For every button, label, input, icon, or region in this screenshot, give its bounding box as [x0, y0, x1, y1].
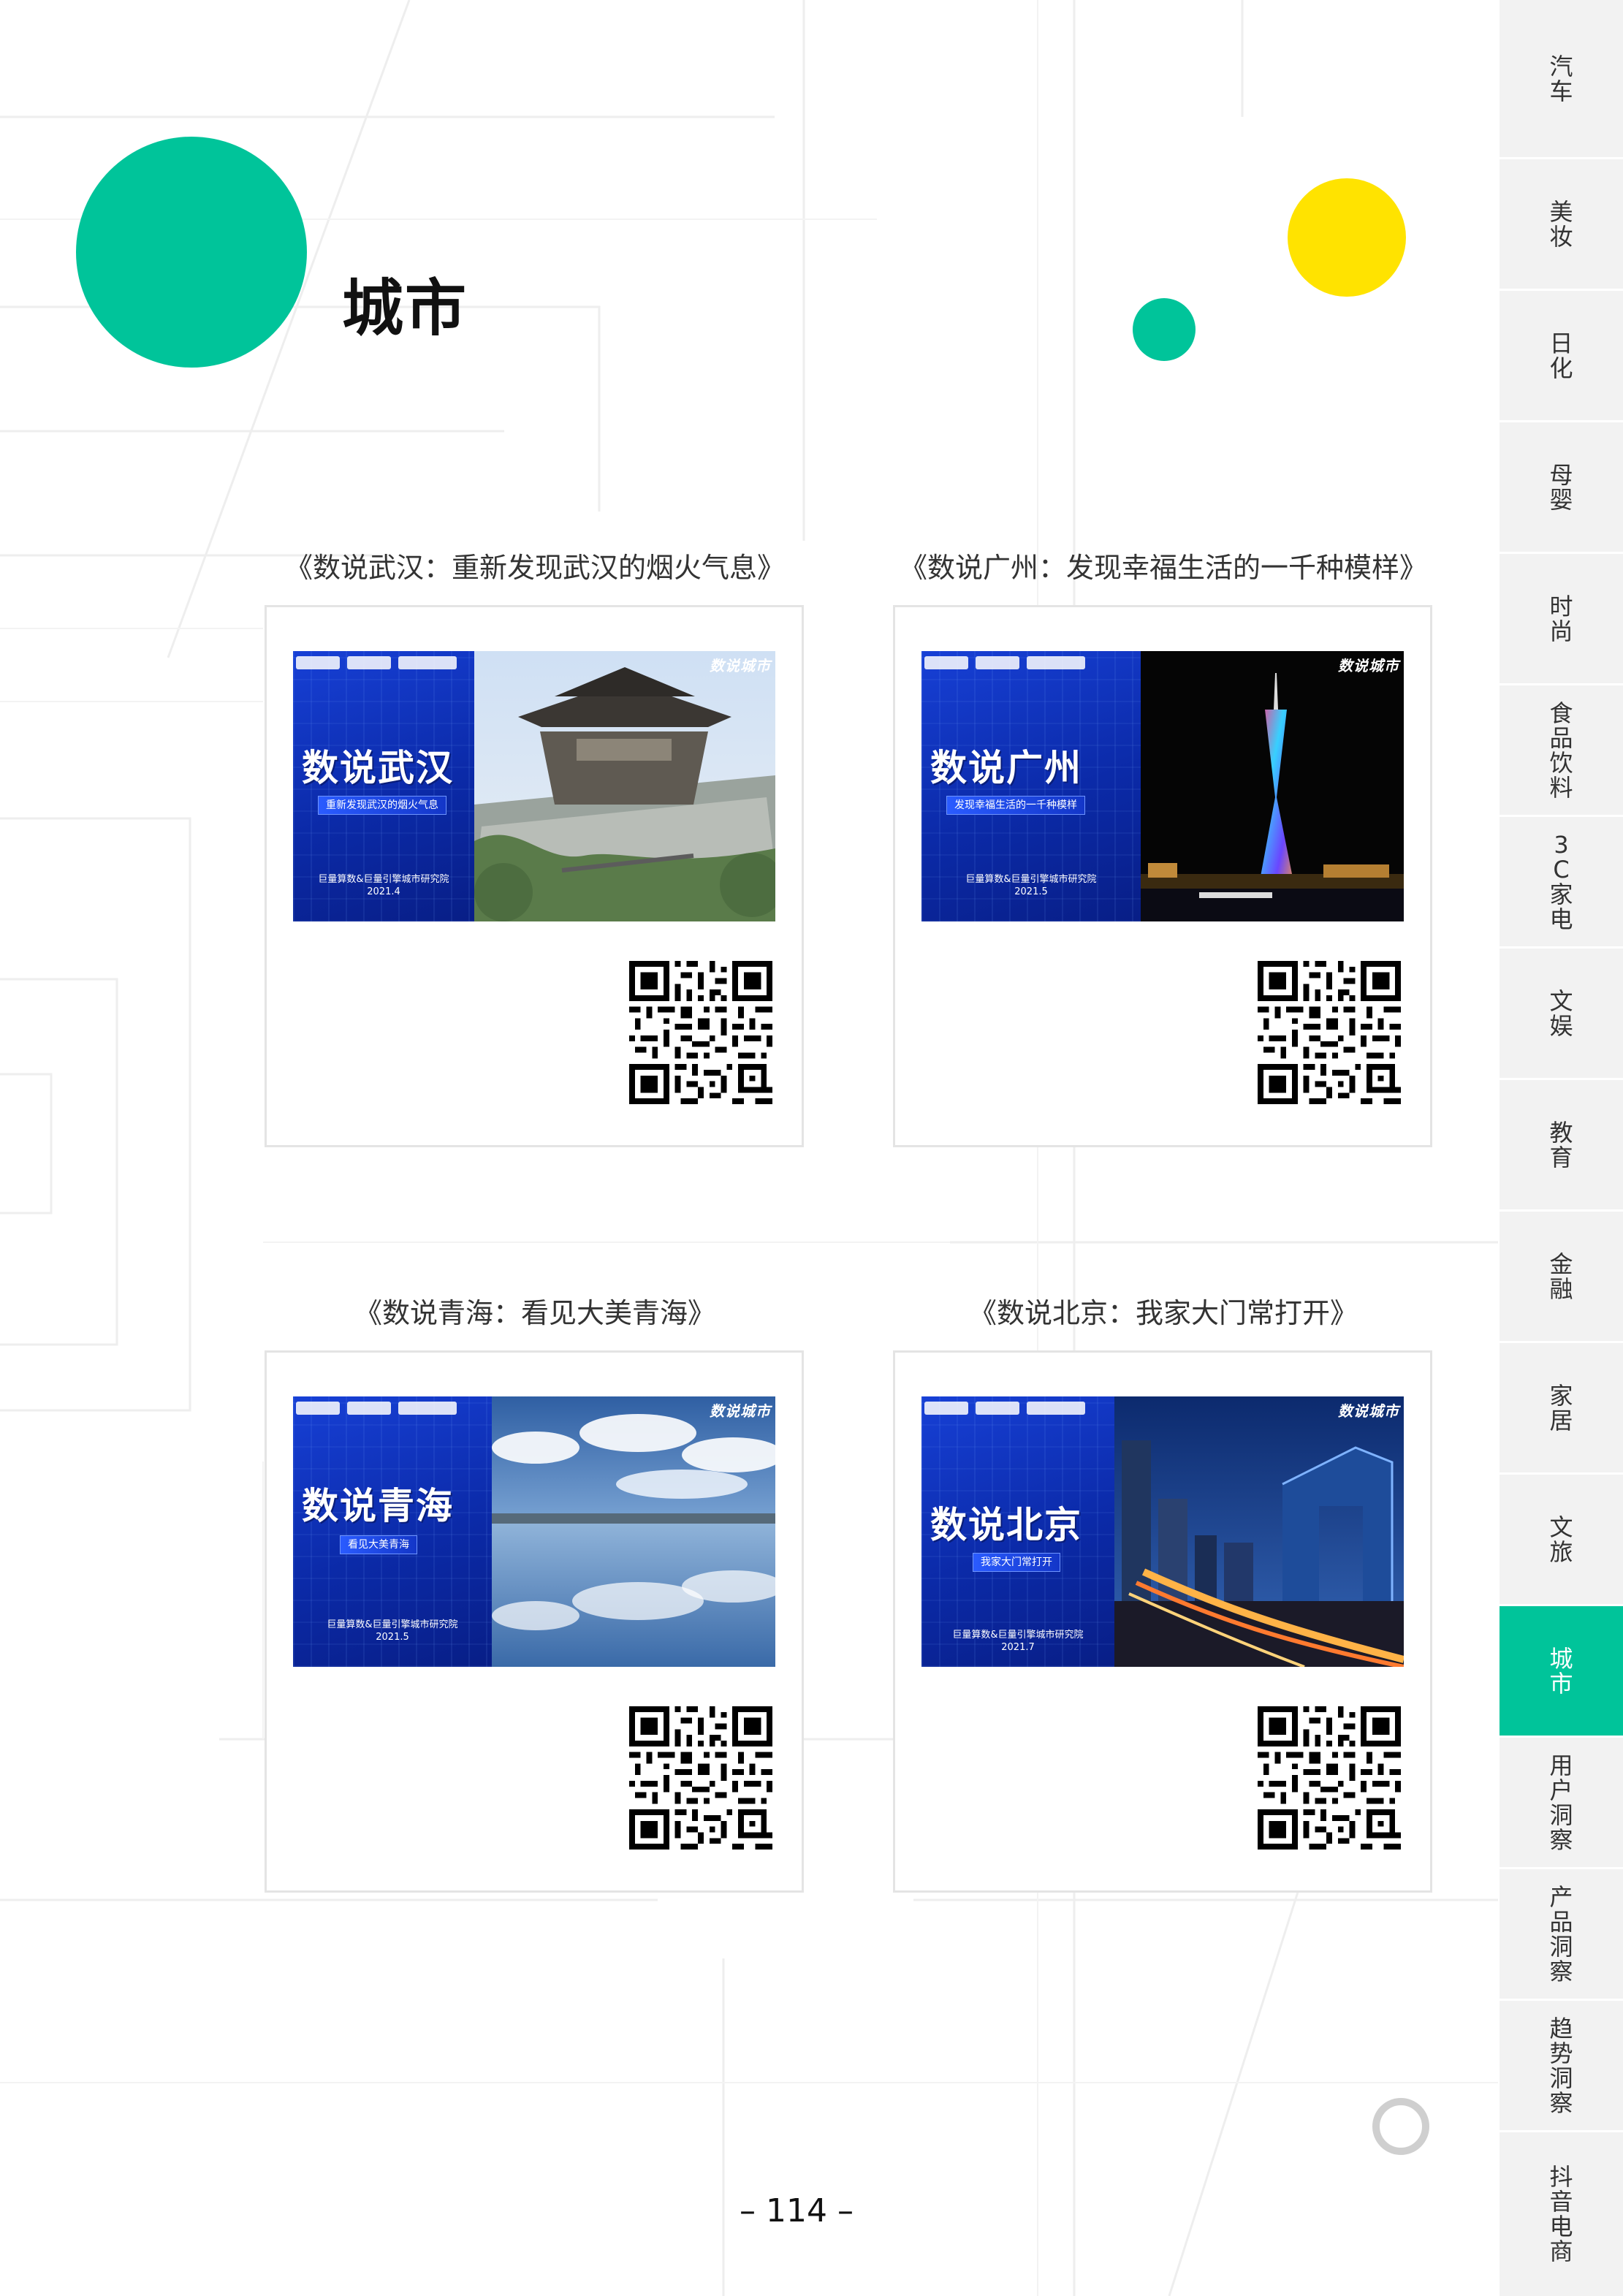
cover-headline: 数说北京 — [930, 1504, 1082, 1546]
sidebar-item-3c-appliances[interactable]: 3C家电 — [1500, 817, 1623, 949]
cover-text-panel: 数说青海 看见大美青海 巨量算数&巨量引擎城市研究院 2021.5 — [293, 1396, 492, 1667]
report-card-guangzhou[interactable]: 数说广州 发现幸福生活的一千种模样 巨量算数&巨量引擎城市研究院 2021.5 … — [893, 605, 1432, 1147]
partner-logos — [924, 1399, 1111, 1417]
decorative-gray-ring — [1372, 2098, 1429, 2155]
sidebar-item-label: 日化 — [1549, 329, 1573, 382]
cover-headline: 数说青海 — [302, 1485, 454, 1527]
sidebar-item-label: 金融 — [1549, 1250, 1573, 1303]
wuhan-pavilion-photo — [474, 651, 775, 921]
decorative-yellow-circle — [1288, 178, 1406, 297]
cover-publisher: 巨量算数&巨量引擎城市研究院 2021.5 — [293, 1619, 492, 1643]
cover-org: 巨量算数&巨量引擎城市研究院 — [952, 1630, 1084, 1641]
sidebar-item-auto[interactable]: 汽车 — [1500, 0, 1623, 159]
cover-text-panel: 数说武汉 重新发现武汉的烟火气息 巨量算数&巨量引擎城市研究院 2021.4 — [293, 651, 474, 921]
cover-org: 巨量算数&巨量引擎城市研究院 — [327, 1619, 458, 1630]
cover-publisher: 巨量算数&巨量引擎城市研究院 2021.7 — [921, 1629, 1114, 1654]
partner-logos — [296, 1399, 489, 1417]
report-title-guangzhou: 《数说广州：发现幸福生活的一千种模样》 — [899, 552, 1427, 584]
cover-subtitle: 发现幸福生活的一千种模样 — [946, 796, 1085, 815]
cover-date: 2021.7 — [1001, 1642, 1035, 1653]
page-number: – 114 – — [740, 2192, 854, 2230]
sidebar-item-label: 母婴 — [1549, 460, 1573, 514]
report-card-wuhan[interactable]: 数说武汉 重新发现武汉的烟火气息 巨量算数&巨量引擎城市研究院 2021.4 数… — [265, 605, 804, 1147]
qr-code[interactable] — [629, 961, 772, 1104]
sidebar-item-food-beverage[interactable]: 食品饮料 — [1500, 685, 1623, 817]
sidebar-item-label: 用户洞察 — [1549, 1751, 1573, 1854]
page-title: 城市 — [342, 273, 468, 344]
cover-text-panel: 数说北京 我家大门常打开 巨量算数&巨量引擎城市研究院 2021.7 — [921, 1396, 1114, 1667]
qr-code[interactable] — [1258, 961, 1401, 1104]
report-cover-qinghai[interactable]: 数说青海 看见大美青海 巨量算数&巨量引擎城市研究院 2021.5 数说城市 — [293, 1396, 775, 1667]
category-sidebar: 汽车 美妆 日化 母婴 时尚 食品饮料 3C家电 文娱 教育 金融 家居 文旅 … — [1500, 0, 1623, 2296]
report-card-qinghai[interactable]: 数说青海 看见大美青海 巨量算数&巨量引擎城市研究院 2021.5 数说城市 — [265, 1350, 804, 1893]
sidebar-item-city[interactable]: 城市 — [1500, 1606, 1623, 1738]
cover-series-tag: 数说城市 — [710, 657, 771, 674]
report-title-qinghai: 《数说青海：看见大美青海》 — [354, 1297, 715, 1329]
sidebar-item-home[interactable]: 家居 — [1500, 1343, 1623, 1475]
cover-text-panel: 数说广州 发现幸福生活的一千种模样 巨量算数&巨量引擎城市研究院 2021.5 — [921, 651, 1141, 921]
sidebar-item-label: 文娱 — [1549, 987, 1573, 1040]
cover-subtitle: 重新发现武汉的烟火气息 — [318, 796, 446, 815]
beijing-cctv-night-photo — [1114, 1396, 1404, 1667]
sidebar-item-trend-insights[interactable]: 趋势洞察 — [1500, 2001, 1623, 2132]
sidebar-item-culture-travel[interactable]: 文旅 — [1500, 1475, 1623, 1606]
qinghai-lake-photo — [492, 1396, 775, 1667]
sidebar-item-label: 3C家电 — [1549, 830, 1573, 933]
cover-headline: 数说武汉 — [302, 747, 454, 789]
sidebar-item-fashion[interactable]: 时尚 — [1500, 554, 1623, 685]
sidebar-item-label: 抖音电商 — [1549, 2163, 1573, 2265]
partner-logos — [296, 654, 471, 672]
sidebar-item-label: 趋势洞察 — [1549, 2014, 1573, 2117]
cover-series-tag: 数说城市 — [1338, 657, 1399, 674]
sidebar-item-label: 产品洞察 — [1549, 1882, 1573, 1985]
cover-org: 巨量算数&巨量引擎城市研究院 — [318, 874, 449, 885]
sidebar-item-finance[interactable]: 金融 — [1500, 1212, 1623, 1343]
cover-subtitle: 我家大门常打开 — [973, 1553, 1060, 1572]
sidebar-item-label: 食品饮料 — [1549, 699, 1573, 802]
canton-tower-night-photo — [1141, 651, 1404, 921]
cover-date: 2021.5 — [1014, 886, 1048, 897]
cover-series-tag: 数说城市 — [710, 1402, 771, 1420]
report-cover-guangzhou[interactable]: 数说广州 发现幸福生活的一千种模样 巨量算数&巨量引擎城市研究院 2021.5 … — [921, 651, 1404, 921]
report-cover-wuhan[interactable]: 数说武汉 重新发现武汉的烟火气息 巨量算数&巨量引擎城市研究院 2021.4 数… — [293, 651, 775, 921]
cover-date: 2021.5 — [376, 1632, 409, 1643]
report-title-wuhan: 《数说武汉：重新发现武汉的烟火气息》 — [284, 552, 785, 584]
cover-series-tag: 数说城市 — [1338, 1402, 1399, 1420]
sidebar-item-label: 时尚 — [1549, 592, 1573, 645]
cover-publisher: 巨量算数&巨量引擎城市研究院 2021.5 — [921, 873, 1141, 898]
sidebar-item-beauty[interactable]: 美妆 — [1500, 159, 1623, 291]
sidebar-item-entertainment[interactable]: 文娱 — [1500, 949, 1623, 1080]
cover-headline: 数说广州 — [930, 747, 1082, 789]
report-title-beijing: 《数说北京：我家大门常打开》 — [968, 1297, 1358, 1329]
sidebar-item-education[interactable]: 教育 — [1500, 1080, 1623, 1212]
sidebar-item-label: 城市 — [1549, 1644, 1573, 1698]
sidebar-item-product-insights[interactable]: 产品洞察 — [1500, 1869, 1623, 2001]
sidebar-item-label: 美妆 — [1549, 197, 1573, 251]
cover-org: 巨量算数&巨量引擎城市研究院 — [965, 874, 1097, 885]
sidebar-item-label: 家居 — [1549, 1381, 1573, 1434]
sidebar-item-douyin-ecommerce[interactable]: 抖音电商 — [1500, 2132, 1623, 2296]
cover-subtitle: 看见大美青海 — [340, 1535, 417, 1554]
sidebar-item-user-insights[interactable]: 用户洞察 — [1500, 1738, 1623, 1869]
sidebar-item-label: 教育 — [1549, 1118, 1573, 1171]
sidebar-item-daily-chemicals[interactable]: 日化 — [1500, 291, 1623, 422]
qr-code[interactable] — [1258, 1706, 1401, 1850]
sidebar-item-label: 汽车 — [1549, 52, 1573, 105]
report-cover-beijing[interactable]: 数说北京 我家大门常打开 巨量算数&巨量引擎城市研究院 2021.7 数说城市 — [921, 1396, 1404, 1667]
qr-code[interactable] — [629, 1706, 772, 1850]
decorative-small-green-circle — [1133, 298, 1196, 361]
cover-date: 2021.4 — [367, 886, 400, 897]
sidebar-item-label: 文旅 — [1549, 1513, 1573, 1566]
partner-logos — [924, 654, 1138, 672]
cover-publisher: 巨量算数&巨量引擎城市研究院 2021.4 — [293, 873, 474, 898]
report-card-beijing[interactable]: 数说北京 我家大门常打开 巨量算数&巨量引擎城市研究院 2021.7 数说城市 — [893, 1350, 1432, 1893]
sidebar-item-maternal-infant[interactable]: 母婴 — [1500, 422, 1623, 554]
decorative-green-circle — [76, 137, 307, 368]
